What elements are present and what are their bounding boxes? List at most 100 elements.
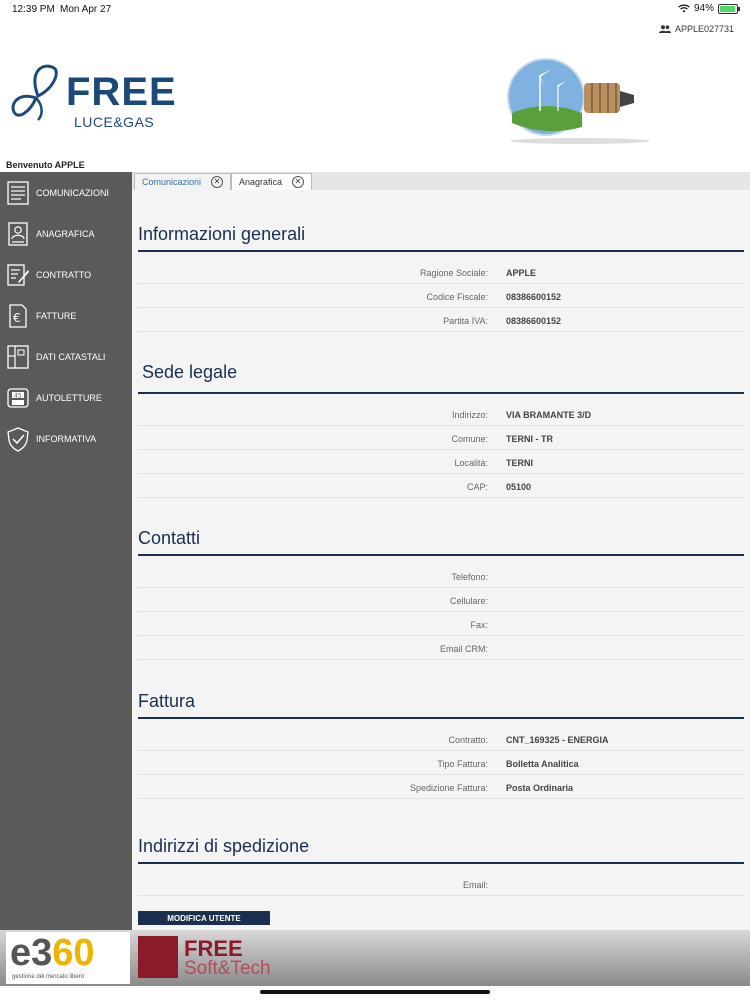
sidebar-item-comunicazioni[interactable]: COMUNICAZIONI <box>0 175 132 211</box>
sidebar-item-label: INFORMATIVA <box>36 434 97 444</box>
row-value: TERNI - TR <box>506 434 553 444</box>
row-value: TERNI <box>506 458 533 468</box>
info-row: Ragione Sociale: APPLE <box>138 260 744 284</box>
section-title-generali: Informazioni generali <box>138 224 306 244</box>
section-title-spedizione: Indirizzi di spedizione <box>138 836 310 856</box>
row-value: VIA BRAMANTE 3/D <box>506 410 592 420</box>
sidebar-item-label: COMUNICAZIONI <box>36 188 109 198</box>
info-row: Partita IVA: 08386600152 <box>138 308 744 332</box>
info-row: Contratto: CNT_169325 - ENERGIA <box>138 727 744 751</box>
section-title-fattura: Fattura <box>138 691 196 711</box>
row-key: Tipo Fattura: <box>437 759 488 769</box>
footer: e360 gestione del mercato libero FREE So… <box>0 930 750 986</box>
anagrafica-panel: Informazioni generali Ragione Sociale: AP… <box>132 190 750 930</box>
user-code: APPLE027731 <box>674 24 734 34</box>
tab-bar: Comunicazioni ✕ Anagrafica ✕ <box>132 172 750 190</box>
row-key: Email CRM: <box>439 644 488 654</box>
meter-icon: 45 <box>6 385 30 411</box>
section-divider <box>138 554 744 556</box>
info-row: Cellulare: <box>138 588 744 612</box>
info-row: CAP: 05100 <box>138 474 744 498</box>
user-code-badge[interactable]: APPLE027731 <box>658 24 734 34</box>
e360-tagline: gestione del mercato libero <box>12 974 85 980</box>
battery-percent: 94% <box>693 3 714 14</box>
building-map-icon <box>6 344 30 370</box>
row-key: Cellulare: <box>449 596 488 606</box>
home-indicator[interactable] <box>260 990 490 994</box>
sidebar-item-label: AUTOLETTURE <box>36 393 102 403</box>
close-icon[interactable]: ✕ <box>211 176 224 188</box>
section-divider <box>138 392 744 394</box>
row-value: APPLE <box>506 268 537 278</box>
row-value: 05100 <box>506 482 532 492</box>
shield-check-icon <box>6 426 30 452</box>
battery-icon <box>718 3 740 14</box>
sidebar-item-label: DATI CATASTALI <box>36 352 106 362</box>
euro-invoice-icon: € <box>6 303 30 329</box>
row-value: CNT_169325 - ENERGIA <box>506 735 609 745</box>
id-card-icon <box>6 221 30 247</box>
section-title-sede: Sede legale <box>142 362 238 382</box>
modifica-utente-button[interactable]: MODIFICA UTENTE <box>138 911 270 925</box>
logo-free-text: FREE <box>66 70 177 114</box>
row-key: Ragione Sociale: <box>419 268 488 278</box>
wifi-icon <box>678 4 690 13</box>
info-row: Telefono: <box>138 564 744 588</box>
e360-logo-text: e360 <box>10 932 95 974</box>
contract-edit-icon <box>6 262 30 288</box>
sidebar-item-autoletture[interactable]: 45 AUTOLETTURE <box>0 380 132 416</box>
sidebar-item-fatture[interactable]: € FATTURE <box>0 298 132 334</box>
butterfly-icon <box>11 64 58 121</box>
info-row: Indirizzo: VIA BRAMANTE 3/D <box>138 402 744 426</box>
section-divider <box>138 862 744 864</box>
row-key: Codice Fiscale: <box>426 292 488 302</box>
row-key: Indirizzo: <box>451 410 488 420</box>
app-screen: 12:39 PM Mon Apr 27 94% APPLE027731 FREE… <box>0 0 750 1000</box>
section-title-contatti: Contatti <box>138 528 201 548</box>
row-key: Partita IVA: <box>443 316 488 326</box>
free-soft-tech-logo: FREE Soft&Tech <box>136 934 296 982</box>
row-key: Spedizione Fattura: <box>409 783 488 793</box>
info-row: Codice Fiscale: 08386600152 <box>138 284 744 308</box>
row-key: Fax: <box>470 620 488 630</box>
users-icon <box>658 25 671 33</box>
status-bar: 12:39 PM Mon Apr 27 94% <box>0 0 750 20</box>
info-row: Fax: <box>138 612 744 636</box>
sidebar-item-contratto[interactable]: CONTRATTO <box>0 257 132 293</box>
row-key: CAP: <box>466 482 488 492</box>
tab-anagrafica[interactable]: Anagrafica ✕ <box>231 173 313 190</box>
section-divider <box>138 250 744 252</box>
sidebar-item-label: CONTRATTO <box>36 270 92 280</box>
info-row: Tipo Fattura: Bolletta Analitica <box>138 751 744 775</box>
sidebar-item-label: FATTURE <box>36 311 77 321</box>
close-icon[interactable]: ✕ <box>292 176 305 188</box>
fst-subtitle: Soft&Tech <box>184 958 271 979</box>
sidebar: COMUNICAZIONI ANAGRAFICA CONTRATTO € FAT… <box>0 172 132 930</box>
info-row: Comune: TERNI - TR <box>138 426 744 450</box>
sidebar-item-dati-catastali[interactable]: DATI CATASTALI <box>0 339 132 375</box>
section-divider <box>138 717 744 719</box>
svg-text:€: € <box>13 311 21 325</box>
row-key: Telefono: <box>451 572 488 582</box>
info-row: Località: TERNI <box>138 450 744 474</box>
info-row: Spedizione Fattura: Posta Ordinaria <box>138 775 744 799</box>
row-key: Località: <box>454 458 488 468</box>
sidebar-item-informativa[interactable]: INFORMATIVA <box>0 421 132 457</box>
row-key: Contratto: <box>448 735 488 745</box>
document-list-icon <box>6 180 30 206</box>
tab-label: Comunicazioni <box>142 177 202 187</box>
tab-comunicazioni[interactable]: Comunicazioni ✕ <box>134 173 232 190</box>
svg-text:45: 45 <box>14 393 22 400</box>
sidebar-item-anagrafica[interactable]: ANAGRAFICA <box>0 216 132 252</box>
welcome-text: Benvenuto APPLE <box>6 160 85 170</box>
free-luce-gas-logo: FREE LUCE&GAS <box>8 58 178 133</box>
e360-logo: e360 gestione del mercato libero <box>6 932 130 984</box>
row-value: 08386600152 <box>506 292 562 302</box>
row-value: Posta Ordinaria <box>506 783 574 793</box>
status-right: 94% <box>678 3 740 14</box>
tab-label: Anagrafica <box>239 177 283 187</box>
row-key: Comune: <box>451 434 488 444</box>
info-row: Email: <box>138 872 744 896</box>
row-value: 08386600152 <box>506 316 562 326</box>
row-key: Email: <box>462 880 488 890</box>
